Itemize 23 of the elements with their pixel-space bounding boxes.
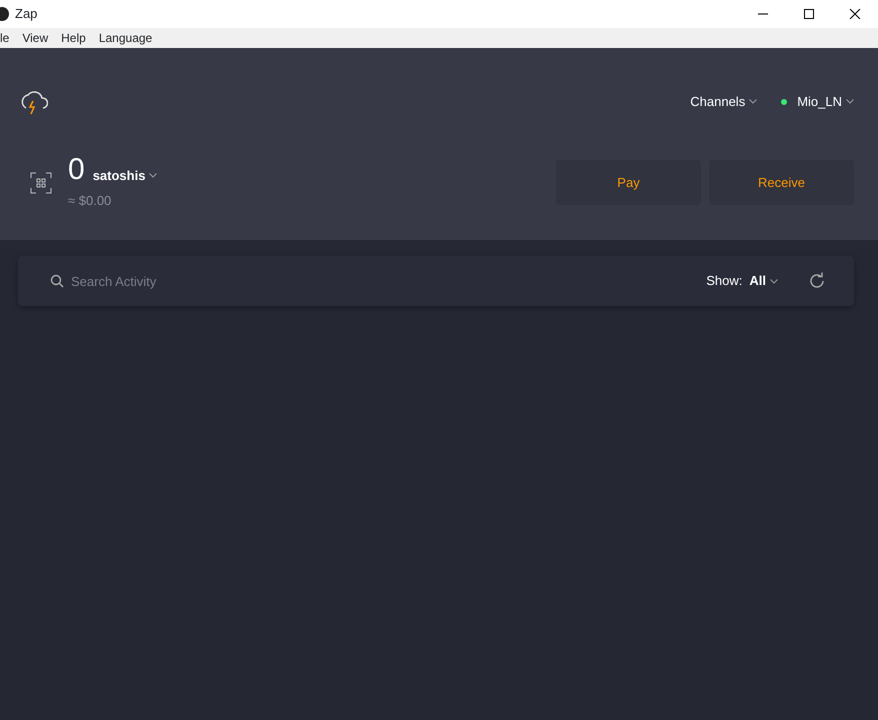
caret-icon [749, 99, 758, 104]
balance-amount: 0 [68, 155, 85, 185]
menu-item[interactable]: View [22, 29, 48, 47]
caret-icon [149, 172, 158, 178]
fiat-balance: ≈ $0.00 [68, 192, 112, 210]
filter-dropdown[interactable]: All [749, 271, 778, 291]
menu-item[interactable]: Help [61, 29, 86, 47]
caret-icon [770, 278, 778, 284]
search-field[interactable]: Search Activity [69, 266, 706, 296]
unit-dropdown[interactable]: satoshis [92, 166, 158, 185]
action-button[interactable]: Receive [709, 160, 854, 206]
action-button[interactable]: Pay [556, 160, 701, 206]
menu-item[interactable]: Language [98, 29, 152, 47]
refresh-icon[interactable] [808, 272, 826, 290]
node-dropdown[interactable]: Mio_LN [797, 92, 854, 112]
search-bar[interactable]: Search Activity Show: All [18, 256, 854, 306]
show-label: Show: [706, 272, 742, 290]
qr-code-icon[interactable] [30, 172, 52, 194]
caret-icon [846, 99, 854, 104]
search-icon [50, 274, 64, 288]
window-title: Zap [15, 5, 38, 24]
menu-item[interactable]: le [0, 29, 10, 47]
channels-dropdown[interactable]: Channels [690, 92, 758, 112]
